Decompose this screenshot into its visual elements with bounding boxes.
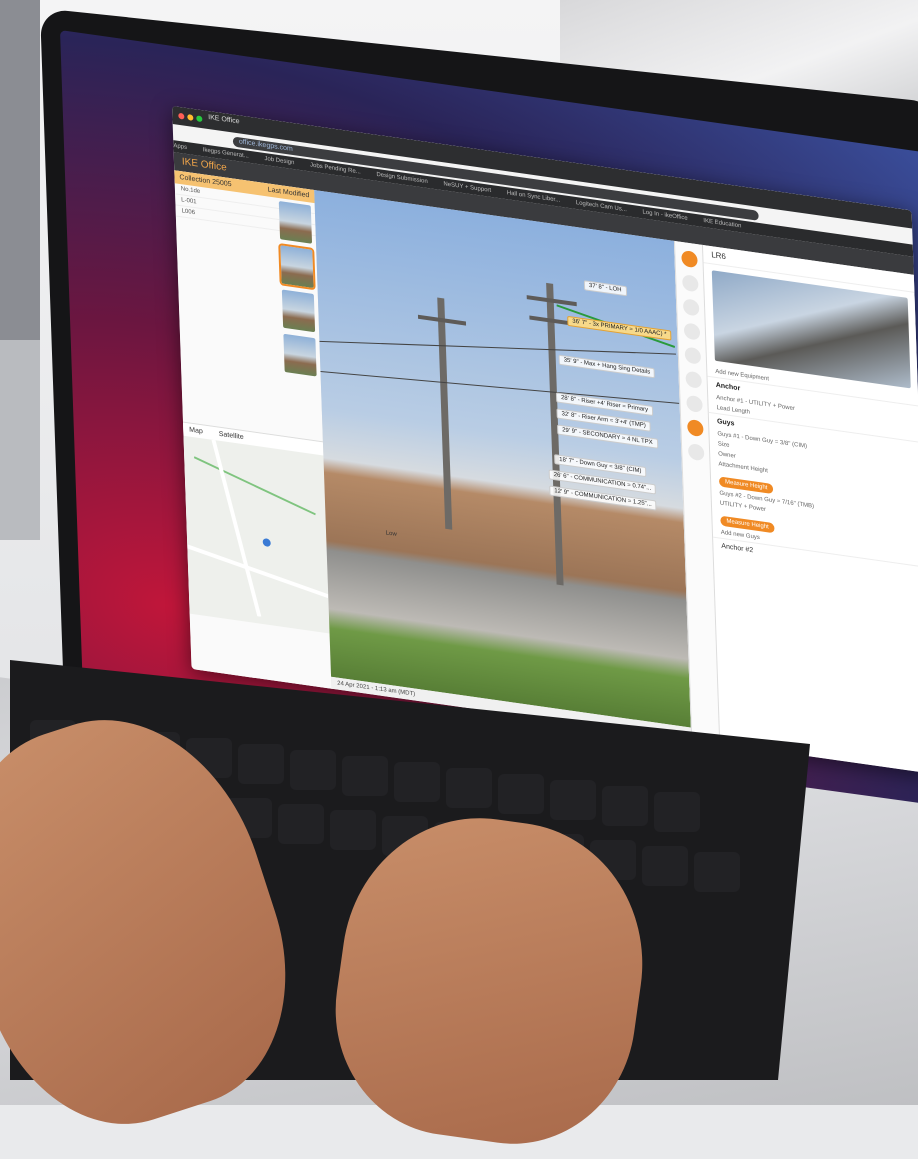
settings-icon[interactable] xyxy=(686,394,703,414)
map-roads xyxy=(186,439,329,617)
keyboard-key xyxy=(238,744,284,784)
keyboard-key xyxy=(602,786,648,826)
measurement-label[interactable]: 37' 8" - LOH xyxy=(583,280,627,297)
map-view[interactable]: Map Satellite xyxy=(182,421,330,634)
power-line xyxy=(319,340,677,355)
measurement-label-highlighted[interactable]: 36' 7" - 3x PRIMARY = 1/0 AAAC) * xyxy=(567,315,672,341)
equipment-panel: LR6 Add new Equipment Anchor Anchor #1 -… xyxy=(701,244,918,774)
maximize-window-icon[interactable] xyxy=(196,115,203,123)
app-title: IKE Office xyxy=(181,156,227,174)
keyboard-key xyxy=(446,768,492,808)
close-window-icon[interactable] xyxy=(178,112,185,120)
keyboard-key xyxy=(290,750,336,790)
guys-label: Guys xyxy=(716,418,735,428)
camera-tool-icon[interactable] xyxy=(687,418,704,438)
keyboard-key xyxy=(550,780,596,820)
cursor-tool-icon[interactable] xyxy=(681,249,698,269)
browser-tab[interactable]: IKE Office xyxy=(208,114,240,125)
keyboard-key xyxy=(642,846,688,886)
mail-tool-icon[interactable] xyxy=(682,298,700,317)
power-line xyxy=(320,371,680,404)
bookmark-item[interactable]: Apps xyxy=(173,143,187,151)
photo-thumbnail-selected[interactable] xyxy=(278,243,316,291)
tab-map[interactable]: Map xyxy=(189,426,203,435)
app-window: IKE Office office.ikegps.com Apps Ikegps… xyxy=(172,105,918,774)
zoom-in-icon[interactable] xyxy=(683,322,701,341)
keyboard-key xyxy=(342,756,388,796)
keyboard-key xyxy=(498,774,544,814)
photo-thumbnail[interactable] xyxy=(281,289,316,333)
thumbnail-strip xyxy=(278,201,319,383)
photo-thumbnail[interactable] xyxy=(283,333,317,377)
pole-photo[interactable]: 37' 8" - LOH 36' 7" - 3x PRIMARY = 1/0 A… xyxy=(314,190,691,728)
ruler-tool-icon[interactable] xyxy=(687,442,705,462)
background-panel xyxy=(0,0,40,340)
utility-pole xyxy=(437,297,453,530)
background-panel-lower xyxy=(0,340,40,540)
keyboard-key xyxy=(654,792,700,832)
minimize-window-icon[interactable] xyxy=(187,114,194,121)
anchor-label: Anchor xyxy=(715,381,741,393)
keyboard-key xyxy=(330,810,376,850)
photo-thumbnail[interactable] xyxy=(278,201,313,244)
keyboard-key xyxy=(278,804,324,844)
document-tool-icon[interactable] xyxy=(682,274,699,293)
photo-caption: Low xyxy=(385,530,397,538)
keyboard-key xyxy=(694,852,740,892)
zoom-out-icon[interactable] xyxy=(684,346,702,365)
measurement-label[interactable]: 35' 9" - Max + Hang Sing Details xyxy=(558,354,656,379)
collection-panel: Collection 25005 Last Modified No.1de L-… xyxy=(174,170,334,705)
tab-satellite[interactable]: Satellite xyxy=(219,431,244,442)
keyboard-key xyxy=(394,762,440,802)
search-icon[interactable] xyxy=(685,370,702,389)
